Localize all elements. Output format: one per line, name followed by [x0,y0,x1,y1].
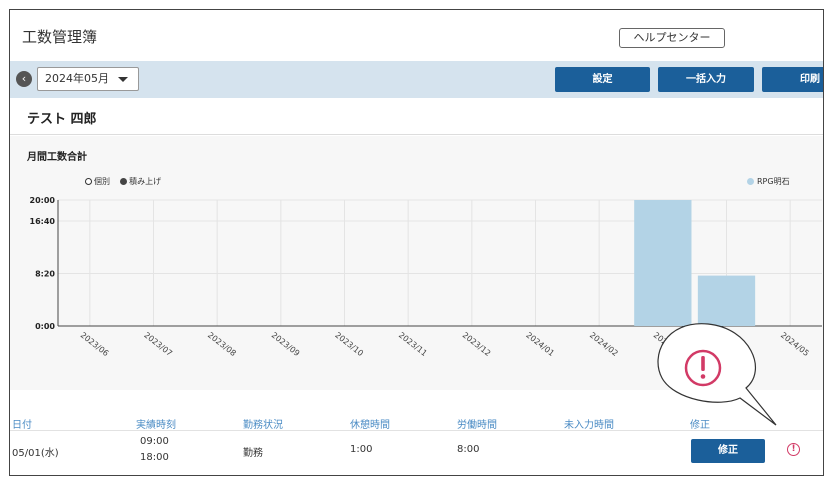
x-tick-label: 2024/05 [779,330,811,358]
user-name: テスト 四郎 [27,112,97,127]
header: 工数管理簿 ヘルプセンター [10,10,823,61]
col-header-status: 勤務状況 [243,420,283,431]
x-tick-label: 2023/08 [206,330,238,358]
y-tick-label: 8:20 [35,270,55,279]
x-tick-label: 2023/10 [333,330,365,358]
x-tick-label: 2023/12 [461,330,493,358]
cell-break: 1:00 [350,444,373,455]
x-tick-label: 2024/02 [588,330,620,358]
help-center-button[interactable]: ヘルプセンター [619,28,725,48]
row-divider [10,430,823,431]
x-tick-label: 2023/09 [270,330,302,358]
user-bar: テスト 四郎 [10,98,823,135]
fix-button[interactable]: 修正 [691,439,765,463]
timesheet-table: 日付 実績時刻 勤務状況 休憩時間 労働時間 未入力時間 修正 [10,390,823,475]
y-tick-label: 16:40 [30,217,56,226]
x-tick-label: 2023/07 [142,330,174,358]
month-select-value: 2024年05月 [45,72,109,85]
toolbar: ‹ 2024年05月 設定 一括入力 印刷 [10,61,823,98]
x-tick-label: 2023/06 [79,330,111,358]
col-header-fix: 修正 [690,420,710,431]
x-tick-label: 2024/04 [715,330,747,358]
y-tick-label: 20:00 [30,196,56,205]
x-tick-label: 2023/11 [397,330,429,358]
bar [697,275,756,326]
cell-time-start: 09:00 [140,436,169,447]
col-header-break: 休憩時間 [350,420,390,431]
bulk-input-button[interactable]: 一括入力 [658,67,754,92]
month-select[interactable]: 2024年05月 [37,67,139,91]
page-title: 工数管理簿 [22,28,98,46]
col-header-actual-time: 実績時刻 [136,420,176,431]
chevron-left-icon[interactable]: ‹ [16,71,32,87]
cell-date: 05/01(水) [12,448,59,459]
chart-panel: 月間工数合計 個別 積み上げ RPG明石 0:00 8:20 16:40 20:00 2… [10,136,823,390]
app-frame: 工数管理簿 ヘルプセンター ‹ 2024年05月 設定 一括入力 印刷 テスト … [9,9,824,476]
x-tick-label: 2024/01 [524,330,556,358]
exclamation-circle-icon[interactable]: ! [787,443,800,456]
cell-work: 8:00 [457,444,480,455]
x-tick-label: 2024/03 [652,330,684,358]
col-header-missing: 未入力時間 [564,420,614,431]
col-header-date: 日付 [12,420,32,431]
y-tick-label: 0:00 [35,322,55,331]
print-button[interactable]: 印刷 [762,67,823,92]
cell-time-end: 18:00 [140,452,169,463]
settings-button[interactable]: 設定 [555,67,650,92]
bar-chart: 0:00 8:20 16:40 20:00 2023/06 2023/07 2023/08 2… [30,196,822,358]
bar [634,200,692,326]
cell-status: 勤務 [243,448,263,459]
caret-down-icon [118,77,128,82]
col-header-work: 労働時間 [457,420,497,431]
